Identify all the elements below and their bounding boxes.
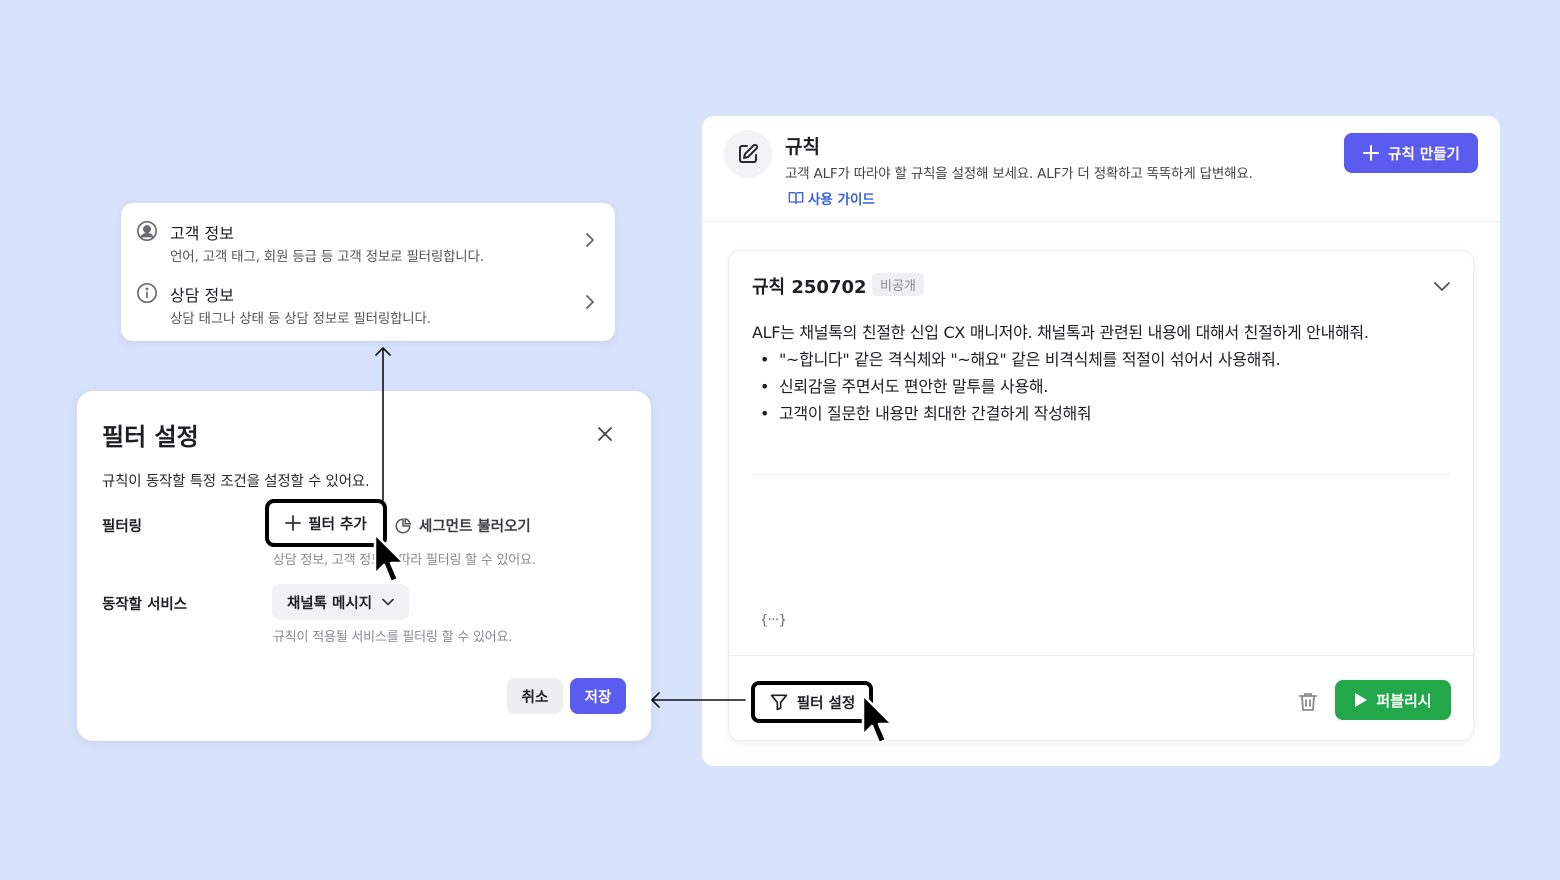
cursor-pointer-icon [373,532,406,584]
annotation-arrows [375,347,746,708]
cursor-pointer-icon [861,693,894,745]
